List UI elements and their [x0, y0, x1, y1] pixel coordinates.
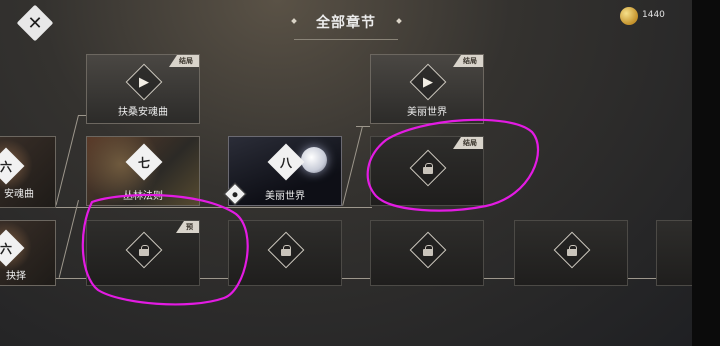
- lock-badge: [267, 231, 305, 269]
- page-title: 全部章节: [316, 15, 376, 31]
- chapter-numeral: 六: [0, 241, 12, 256]
- connector: [78, 115, 86, 116]
- locked-ending-card[interactable]: 结局: [370, 136, 484, 206]
- close-button[interactable]: ✕: [16, 4, 54, 42]
- chapter-numeral-badge: 八: [267, 143, 305, 181]
- chapter-numeral-badge: 七: [125, 143, 163, 181]
- lock-badge: [409, 231, 447, 269]
- locked-chapter-card[interactable]: [514, 220, 628, 286]
- chapter-label: 安魂曲: [4, 189, 34, 200]
- connector: [55, 115, 79, 206]
- moon-image: [301, 147, 327, 173]
- title-underline: [294, 39, 398, 40]
- lock-icon: [423, 163, 433, 174]
- screen-edge-bar: [692, 0, 720, 346]
- finale-badge: 结局: [453, 137, 483, 149]
- lock-badge: [125, 231, 163, 269]
- ending-card-1[interactable]: 结局 ▶ 扶桑安魂曲: [86, 54, 200, 124]
- play-button[interactable]: ▶: [125, 63, 163, 101]
- page-title-wrap: 全部章节: [286, 12, 406, 40]
- coin-count: 1440: [642, 10, 665, 20]
- chapter-numeral: 八: [279, 155, 292, 170]
- chapter-card-6-bottom[interactable]: 六 抉择: [0, 220, 56, 286]
- chapter-numeral: 六: [0, 159, 12, 174]
- finale-badge: 结局: [169, 55, 199, 67]
- finale-badge: 结局: [453, 55, 483, 67]
- lock-icon: [139, 245, 149, 256]
- ending-label: 美丽世界: [407, 107, 447, 118]
- chapter-map: ✕ 全部章节 1440 六 安魂曲 六 抉择 结局 ▶ 扶桑安魂曲 七 丛林法则…: [0, 0, 692, 346]
- chapter-card-6-top[interactable]: 六 安魂曲: [0, 136, 56, 208]
- chapter-label: 抉择: [6, 271, 26, 282]
- chapter-numeral-badge: 六: [0, 229, 25, 267]
- connector: [342, 126, 363, 206]
- locked-chapter-card[interactable]: [228, 220, 342, 286]
- chapter-label: 丛林法则: [123, 191, 163, 202]
- ending-card-2[interactable]: 结局 ▶ 美丽世界: [370, 54, 484, 124]
- coin-icon: [620, 7, 638, 25]
- play-icon: ▶: [139, 74, 149, 90]
- chapter-numeral: 七: [137, 155, 150, 170]
- locked-chapter-card[interactable]: [370, 220, 484, 286]
- play-icon: ▶: [423, 74, 433, 90]
- lock-icon: [567, 245, 577, 256]
- locked-chapter-card[interactable]: [656, 220, 692, 286]
- chapter-card-7[interactable]: 七 丛林法则: [86, 136, 200, 206]
- locked-chapter-card[interactable]: 预: [86, 220, 200, 286]
- lock-icon: [281, 245, 291, 256]
- chapter-numeral-badge: 六: [0, 147, 25, 185]
- preview-badge: 预: [176, 221, 199, 233]
- connector: [356, 126, 370, 127]
- chapter-card-8[interactable]: 八 美丽世界: [228, 136, 342, 206]
- lock-badge: [409, 149, 447, 187]
- close-icon: ✕: [27, 12, 43, 34]
- play-button[interactable]: ▶: [409, 63, 447, 101]
- lock-badge: [553, 231, 591, 269]
- ending-label: 扶桑安魂曲: [118, 107, 168, 118]
- lock-icon: [423, 245, 433, 256]
- connector: [58, 200, 79, 278]
